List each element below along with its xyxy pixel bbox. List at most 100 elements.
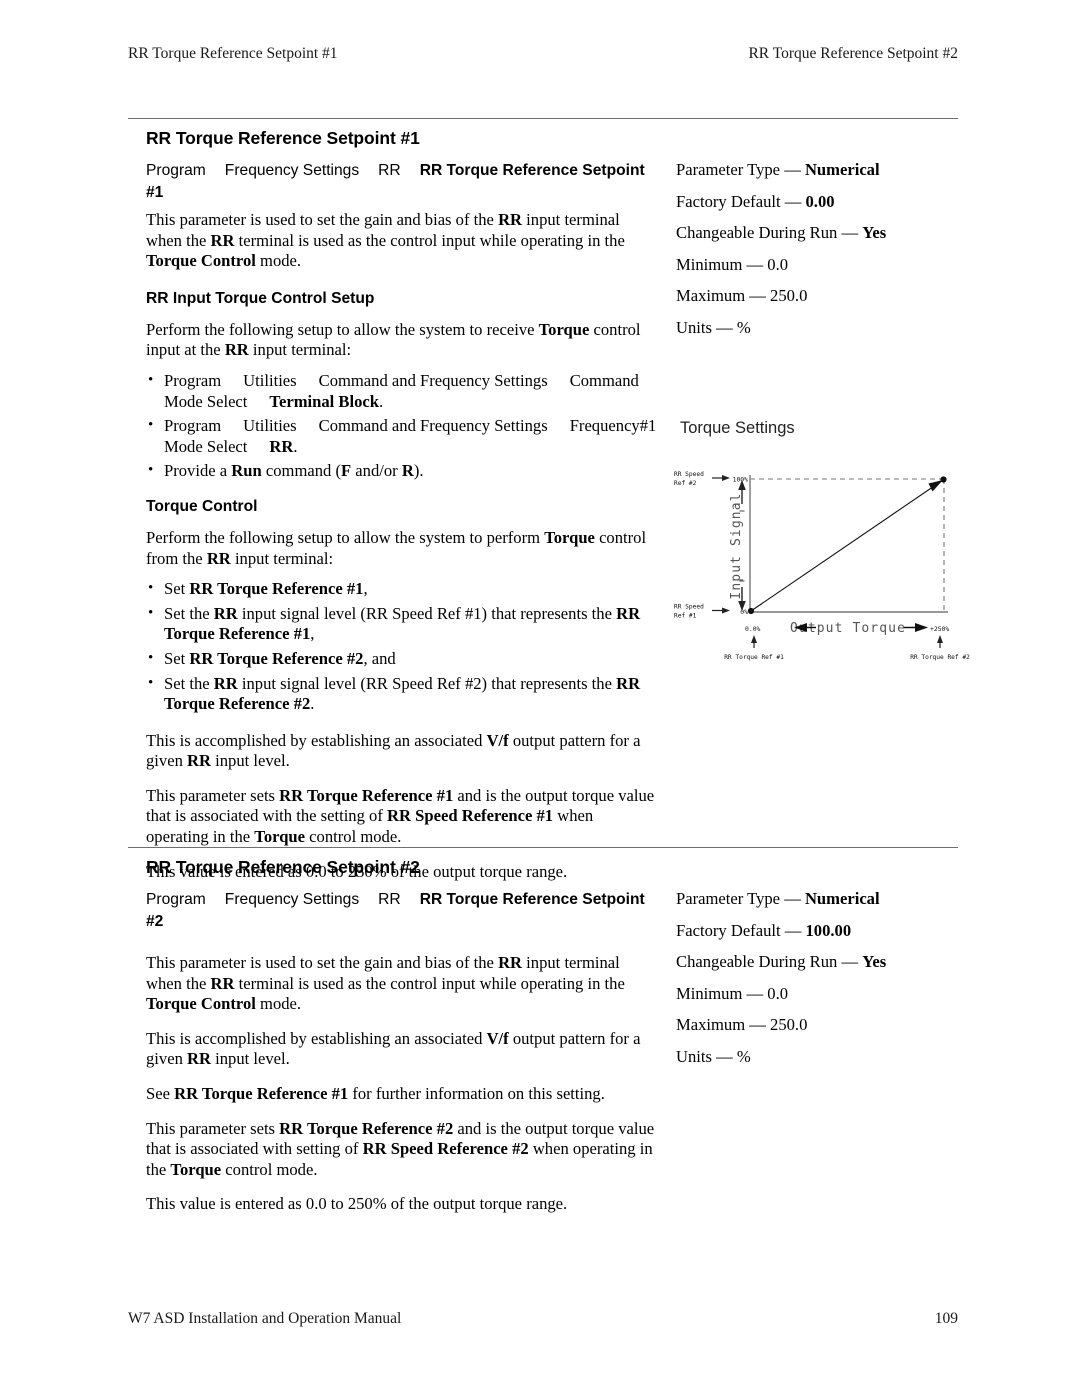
bullet-2-crumb-3: Command and Frequency Settings (318, 416, 548, 436)
response-line (750, 479, 944, 612)
param-label: Changeable During Run (676, 223, 838, 242)
section-1-subheading-setup: RR Input Torque Control Setup (146, 289, 375, 307)
param-value: % (736, 317, 751, 337)
bullet-2-crumb-5: RR (269, 436, 294, 456)
param-label: Maximum (676, 286, 746, 305)
section-1-left-column: Program Frequency Settings RR RR Torque Ref… (146, 160, 658, 882)
section-divider-1 (128, 118, 958, 119)
list-item: Provide a Run command (F and/or R). (146, 460, 658, 482)
param-value: % (736, 1046, 751, 1066)
torque-settings-figure: Torque Settings Input Signal 100% 0% RR … (672, 418, 972, 668)
param-factory-default: Factory Default — 100.00 (676, 920, 852, 940)
y-tick-top-label: 100% (733, 476, 749, 484)
section-2-range-paragraph: This value is entered as 0.0 to 250% of … (146, 1194, 568, 1214)
running-head-left: RR Torque Reference Setpoint #1 (128, 45, 338, 62)
y-top-leader-arrow (722, 475, 730, 481)
x-title-arrow-right-head (915, 623, 928, 632)
list-item: Set the RR input signal level (RR Speed … (146, 672, 658, 715)
param-value: Yes (862, 952, 887, 971)
bullet-2-crumb-2: Utilities (243, 416, 297, 436)
list-item: Set RR Torque Reference #2, and (146, 648, 658, 670)
x-tick-left-label: 0.0% (745, 625, 761, 633)
bullet-1-crumb-2: Utilities (243, 370, 297, 390)
param-value: 0.0 (767, 254, 789, 274)
section-1-torque-intro: Perform the following setup to allow the… (146, 527, 647, 568)
bullet-1-crumb-3: Command and Frequency Settings (318, 370, 548, 390)
param-value: Yes (862, 223, 887, 242)
section-2-see-paragraph: See RR Torque Reference #1 for further i… (146, 1083, 605, 1103)
y-bottom-leader-arrow (722, 607, 730, 614)
list-item: Set RR Torque Reference #1, (146, 578, 658, 600)
x-left-callout-label: RR Torque Ref #1 (724, 654, 784, 661)
param-label: Maximum (676, 1015, 746, 1034)
section-1-subheading-torque-control: Torque Control (146, 497, 258, 515)
param-label: Minimum (676, 254, 743, 274)
section-1-setup-bullets: Program Utilities Command and Frequency Se… (146, 370, 658, 482)
list-item: Program Utilities Command and Frequency Se… (146, 415, 658, 457)
section-1-intro-paragraph: This parameter is used to set the gain a… (146, 210, 625, 271)
param-label: Minimum (676, 983, 743, 1003)
section-1-setup-intro: Perform the following setup to allow the… (146, 319, 641, 360)
document-page: RR Torque Reference Setpoint #1 RR Torqu… (0, 0, 1080, 1397)
param-label: Parameter Type (676, 889, 781, 908)
param-label: Units (676, 1046, 712, 1066)
lower-setpoint-dot (747, 607, 755, 615)
section-2-parameter-list: Parameter Type — Numerical Factory Defau… (676, 889, 966, 1067)
section-2-columns: Program Frequency Settings RR RR Torque Ref… (128, 889, 958, 1215)
figure-title: Torque Settings (680, 419, 795, 437)
y-tick-bottom-label: 0% (740, 608, 748, 616)
nav-crumb-program: Program (146, 891, 206, 908)
param-label: Units (676, 317, 712, 337)
param-value: 250.0 (770, 1015, 808, 1034)
x-right-callout-arrow (937, 635, 943, 643)
y-bottom-outer-label-line2: Ref #1 (674, 613, 697, 620)
param-label: Factory Default (676, 191, 781, 211)
x-right-callout-label: RR Torque Ref #2 (910, 654, 970, 661)
torque-settings-chart: Input Signal 100% 0% RR Speed Ref #2 RR … (674, 471, 970, 661)
param-value: 0.00 (805, 191, 835, 211)
bullet-2-crumb-1: Program (164, 416, 222, 436)
page-footer: W7 ASD Installation and Operation Manual… (128, 1309, 958, 1329)
param-value: 250.0 (770, 286, 808, 305)
list-item: Set the RR input signal level (RR Speed … (146, 603, 658, 645)
running-head: RR Torque Reference Setpoint #1 RR Torqu… (128, 44, 958, 64)
bullet-1-crumb-1: Program (164, 370, 222, 390)
x-axis-title: Output Torque (790, 621, 906, 636)
y-axis-title: Input Signal (729, 492, 744, 599)
section-2-title: RR Torque Reference Setpoint #2 (146, 857, 420, 877)
section-1-right-column: Parameter Type — Numerical Factory Defau… (676, 160, 966, 349)
param-minimum: Minimum — 0.0 (676, 254, 789, 274)
section-2-left-column: Program Frequency Settings RR RR Torque Ref… (146, 889, 658, 1215)
nav-crumb-rr: RR (378, 891, 401, 908)
y-top-outer-label-line2: Ref #2 (674, 480, 697, 487)
section-2-sets-paragraph: This parameter sets RR Torque Reference … (146, 1118, 655, 1179)
y-top-outer-label-line1: RR Speed (674, 471, 704, 478)
bullet-1-crumb-5: Terminal Block (269, 391, 379, 411)
param-minimum: Minimum — 0.0 (676, 983, 789, 1003)
nav-crumb-frequency-settings: Frequency Settings (224, 891, 360, 908)
section-2-vf-paragraph: This is accomplished by establishing an … (146, 1028, 641, 1069)
param-changeable-during-run: Changeable During Run — Yes (676, 952, 887, 971)
nav-crumb-frequency-settings: Frequency Settings (224, 162, 360, 179)
footer-manual-title: W7 ASD Installation and Operation Manual (128, 1310, 402, 1327)
section-1-title: RR Torque Reference Setpoint #1 (146, 128, 420, 148)
section-1-sets-paragraph: This parameter sets RR Torque Reference … (146, 785, 655, 847)
param-parameter-type: Parameter Type — Numerical (676, 160, 880, 179)
section-1-parameter-list: Parameter Type — Numerical Factory Defau… (676, 160, 966, 338)
section-1-torque-bullets: Set RR Torque Reference #1, Set the RR i… (146, 578, 658, 715)
param-parameter-type: Parameter Type — Numerical (676, 889, 880, 908)
param-changeable-during-run: Changeable During Run — Yes (676, 223, 887, 242)
x-left-callout-arrow (751, 635, 757, 643)
section-setpoint-2: RR Torque Reference Setpoint #2 Program F… (128, 855, 958, 1229)
response-line-arrowhead (928, 480, 943, 492)
param-value: Numerical (804, 889, 880, 908)
param-label: Changeable During Run (676, 952, 838, 971)
param-maximum: Maximum — 250.0 (676, 286, 808, 305)
nav-crumb-program: Program (146, 162, 206, 179)
param-maximum: Maximum — 250.0 (676, 1015, 808, 1034)
list-item: Program Utilities Command and Frequency Se… (146, 370, 658, 412)
footer-page-number: 109 (934, 1310, 958, 1327)
param-label: Parameter Type (676, 160, 781, 179)
param-value: 0.0 (767, 983, 789, 1003)
section-2-intro-paragraph: This parameter is used to set the gain a… (146, 953, 625, 1014)
